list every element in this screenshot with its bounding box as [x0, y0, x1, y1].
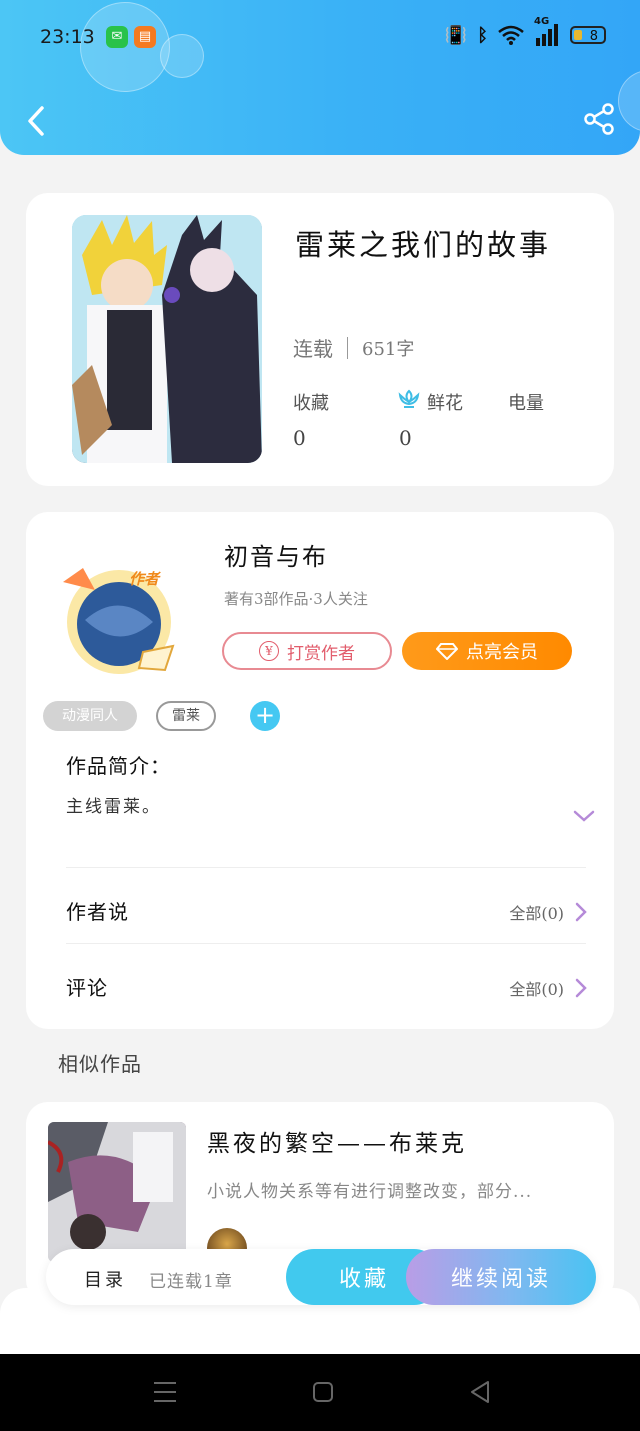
author-name[interactable]: 初音与布	[224, 537, 328, 572]
book-meta: 连载 651字	[293, 333, 414, 362]
stat-flower-label: 鲜花	[427, 393, 463, 414]
wechat-icon: ✉	[106, 26, 128, 48]
vibrate-icon: 📳	[444, 24, 468, 46]
wifi-icon	[498, 25, 524, 45]
vip-label: 点亮会员	[466, 642, 538, 663]
comments-all-label: 全部(0)	[509, 980, 564, 999]
similar-book-desc: 小说人物关系等有进行调整改变，部分...	[207, 1182, 533, 1202]
home-icon[interactable]	[312, 1381, 334, 1403]
chevron-left-icon	[28, 106, 44, 136]
decor-bubble	[160, 34, 204, 78]
author-avatar[interactable]: 作者	[55, 560, 183, 678]
expand-intro-button[interactable]	[572, 808, 596, 828]
share-button[interactable]	[582, 102, 616, 136]
similar-heading: 相似作品	[58, 1052, 142, 1076]
decor-bubble	[618, 70, 640, 132]
author-badge: 作者	[129, 570, 160, 588]
comments-heading: 评论	[66, 976, 108, 1000]
author-stats: 著有3部作品·3人关注	[224, 590, 368, 608]
menu-icon[interactable]	[152, 1380, 178, 1404]
author-says-all-label: 全部(0)	[509, 904, 564, 923]
status-icons: 📳 ᛒ 4G 8	[444, 16, 606, 46]
comments-all-link[interactable]: 全部(0)	[509, 976, 588, 1000]
tag-chip[interactable]: 动漫同人	[43, 701, 137, 731]
toc-button[interactable]: 目录	[84, 1266, 126, 1292]
plus-icon: +	[254, 701, 276, 729]
add-tag-button[interactable]: +	[250, 701, 280, 731]
book-status: 连载	[293, 337, 333, 361]
tag-chip[interactable]: 雷莱	[156, 701, 216, 731]
vip-button[interactable]: 点亮会员	[402, 632, 572, 670]
chevron-right-icon	[575, 978, 587, 998]
chapter-count[interactable]: 已连载1章	[149, 1267, 233, 1292]
divider	[66, 867, 586, 868]
share-icon	[584, 103, 614, 135]
author-says-heading: 作者说	[66, 900, 129, 924]
signal-icon: 4G	[534, 16, 560, 46]
continue-reading-label: 继续阅读	[450, 1267, 551, 1292]
similar-book-title: 黑夜的繁空——布莱克	[207, 1131, 467, 1157]
stat-flower-value: 0	[399, 426, 412, 450]
intro-text: 主线雷莱。	[66, 797, 161, 817]
book-title: 雷莱之我们的故事	[295, 228, 552, 262]
stat-collect-value: 0	[293, 426, 306, 450]
book-word-count: 651字	[362, 338, 415, 360]
similar-book-cover[interactable]	[48, 1122, 186, 1262]
flower-icon	[397, 388, 421, 414]
author-says-all-link[interactable]: 全部(0)	[509, 900, 588, 924]
divider	[66, 943, 586, 944]
tip-author-label: 打赏作者	[287, 643, 355, 664]
yuan-coin-icon: ¥	[259, 641, 279, 661]
book-cover-image[interactable]	[72, 215, 262, 463]
system-nav-bar	[0, 1354, 640, 1431]
continue-reading-button[interactable]: 继续阅读	[406, 1249, 596, 1305]
diamond-icon	[436, 643, 458, 660]
stat-collect-label: 收藏	[293, 393, 329, 414]
meta-divider	[347, 336, 348, 359]
tip-author-button[interactable]: ¥ 打赏作者	[222, 632, 392, 670]
collect-label: 收藏	[338, 1267, 389, 1292]
back-button[interactable]	[22, 104, 52, 138]
stat-power-label: 电量	[508, 393, 544, 414]
bluetooth-icon: ᛒ	[477, 24, 488, 46]
notification-app-icon: ▤	[134, 26, 156, 48]
status-time: 23:13	[40, 26, 95, 48]
battery-icon: 8	[570, 26, 606, 44]
intro-heading: 作品简介：	[66, 754, 171, 778]
back-nav-icon[interactable]	[468, 1380, 492, 1404]
chevron-down-icon	[573, 810, 595, 822]
chevron-right-icon	[575, 902, 587, 922]
